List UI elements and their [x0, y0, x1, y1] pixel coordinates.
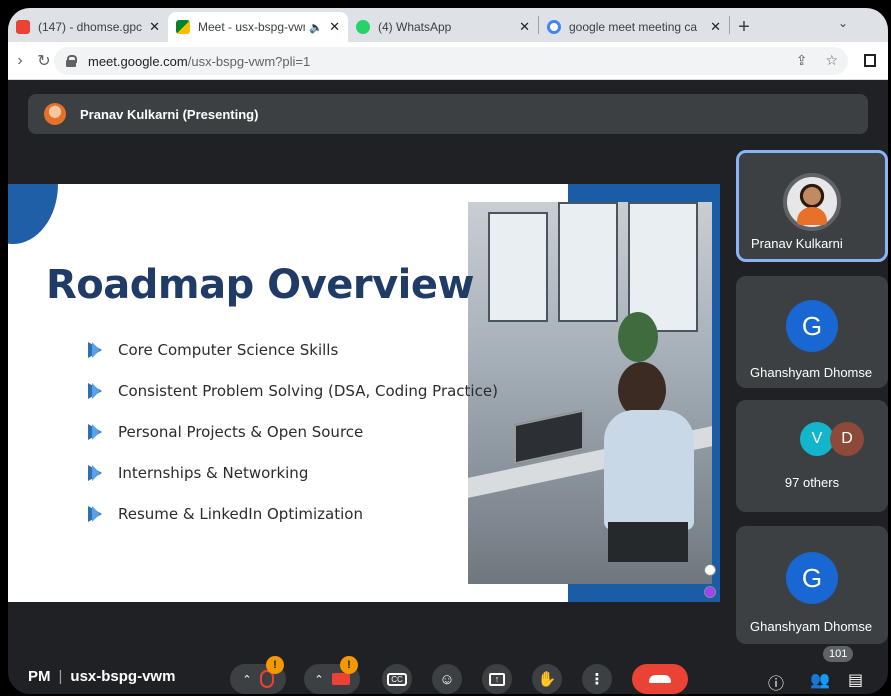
reactions-button[interactable]: ☺ — [432, 664, 462, 694]
participant-tile-others[interactable]: V D 97 others — [736, 400, 888, 512]
reload-icon[interactable]: ↻ — [32, 51, 56, 71]
address-bar: › ↻ meet.google.com/usx-bspg-vwm?pli=1 ⇪… — [8, 42, 888, 80]
url-text: meet.google.com/usx-bspg-vwm?pli=1 — [88, 53, 311, 69]
audio-icon[interactable]: 🔈 — [309, 21, 323, 34]
arrow-bullet-icon — [88, 382, 102, 399]
share-icon[interactable]: ⇪ — [796, 52, 808, 69]
whatsapp-icon — [356, 20, 370, 34]
url-actions: ⇪ ☆ — [796, 52, 838, 69]
presenter-avatar — [44, 103, 66, 125]
new-tab-button[interactable]: + — [730, 12, 758, 42]
participant-tile-ghanshyam-2[interactable]: G Ghanshyam Dhomse — [736, 526, 888, 644]
chevron-down-icon[interactable]: ⌄ — [838, 16, 848, 30]
warning-badge: ! — [266, 656, 284, 674]
captions-badge-icon[interactable] — [704, 564, 716, 576]
participant-name: Ghanshyam Dhomse — [750, 619, 873, 634]
tab-title: (147) - dhomse.gpc — [38, 20, 143, 34]
slide-decoration — [8, 184, 58, 244]
avatar — [783, 173, 841, 231]
slide-bullets: Core Computer Science Skills Consistent … — [88, 329, 498, 534]
close-icon[interactable]: ✕ — [329, 19, 340, 35]
plant — [618, 312, 658, 362]
bullet-item: Resume & LinkedIn Optimization — [88, 493, 498, 534]
arrow-bullet-icon — [88, 423, 102, 440]
chevron-up-icon[interactable]: ⌃ — [242, 673, 251, 686]
captions-button[interactable]: CC — [382, 664, 412, 694]
participant-name: Ghanshyam Dhomse — [750, 365, 873, 380]
slide-title: Roadmap Overview — [46, 262, 474, 308]
meeting-info: PM | usx-bspg-vwm — [28, 668, 176, 685]
tab-whatsapp[interactable]: (4) WhatsApp ✕ — [348, 12, 538, 42]
bullet-item: Consistent Problem Solving (DSA, Coding … — [88, 370, 498, 411]
presentation-slide: Roadmap Overview Core Computer Science S… — [8, 184, 720, 602]
presenter-bar: Pranav Kulkarni (Presenting) — [28, 94, 868, 134]
avatar: G — [786, 300, 838, 352]
hang-up-icon — [649, 675, 671, 683]
participant-name: Pranav Kulkarni — [751, 236, 843, 251]
forward-icon[interactable]: › — [8, 52, 32, 70]
captions-icon: CC — [387, 672, 407, 686]
chevron-up-icon[interactable]: ⌃ — [314, 673, 323, 686]
meet-icon — [176, 20, 190, 34]
lock-icon — [66, 55, 77, 67]
url-input[interactable]: meet.google.com/usx-bspg-vwm?pli=1 ⇪ ☆ — [54, 47, 848, 75]
camera-button[interactable]: ⌃ ! — [304, 656, 360, 694]
raise-hand-button[interactable]: ✋ — [532, 664, 562, 694]
others-count: 97 others — [784, 475, 840, 490]
bookmark-star-icon[interactable]: ☆ — [825, 52, 838, 69]
presenter-label: Pranav Kulkarni (Presenting) — [80, 106, 259, 122]
microphone-button[interactable]: ⌃ ! — [230, 656, 286, 694]
screen-frame: (147) - dhomse.gpc ✕ Meet - usx-bspg-vwm… — [8, 8, 888, 694]
person — [598, 362, 698, 562]
avatar: G — [786, 552, 838, 604]
side-panel-icon[interactable] — [864, 54, 876, 67]
people-icon[interactable]: 👥 — [810, 670, 830, 690]
more-vert-icon: ⋮ — [589, 671, 605, 688]
avatar: V — [800, 422, 834, 456]
more-options-button[interactable]: ⋮ — [582, 664, 612, 694]
bullet-item: Internships & Networking — [88, 452, 498, 493]
people-count-badge: 101 — [823, 646, 854, 662]
bullet-item: Personal Projects & Open Source — [88, 411, 498, 452]
window — [488, 212, 548, 322]
close-icon[interactable]: ✕ — [149, 19, 160, 35]
google-icon — [547, 20, 561, 34]
chat-icon[interactable]: ▤ — [848, 670, 863, 690]
arrow-bullet-icon — [88, 505, 102, 522]
window — [558, 202, 618, 322]
tab-title: google meet meeting ca — [569, 20, 698, 34]
leave-call-button[interactable] — [632, 664, 688, 694]
gmail-icon — [16, 20, 30, 34]
arrow-bullet-icon — [88, 341, 102, 358]
close-icon[interactable]: ✕ — [519, 19, 530, 35]
participant-tile-ghanshyam[interactable]: G Ghanshyam Dhomse — [736, 276, 888, 388]
bullet-item: Core Computer Science Skills — [88, 329, 498, 370]
camera-off-icon — [331, 673, 350, 685]
tab-gmail[interactable]: (147) - dhomse.gpc ✕ — [8, 12, 168, 42]
close-icon[interactable]: ✕ — [710, 19, 721, 35]
present-screen-icon: ↑ — [489, 672, 505, 686]
tab-title: Meet - usx-bspg-vwm — [198, 20, 306, 34]
info-icon[interactable]: ⓘ — [768, 670, 784, 694]
tab-title: (4) WhatsApp — [378, 20, 452, 34]
participant-tile-pranav[interactable]: Pranav Kulkarni — [736, 150, 888, 262]
emoji-icon: ☺ — [439, 670, 455, 688]
meeting-controls: PM | usx-bspg-vwm ⌃ ! ⌃ ! CC ☺ ↑ ✋ ⋮ ⓘ 👥… — [8, 656, 888, 694]
present-button[interactable]: ↑ — [482, 664, 512, 694]
avatar: D — [830, 422, 864, 456]
arrow-bullet-icon — [88, 464, 102, 481]
warning-badge: ! — [340, 656, 358, 674]
browser-tab-bar: (147) - dhomse.gpc ✕ Meet - usx-bspg-vwm… — [8, 8, 888, 42]
tab-google-search[interactable]: google meet meeting ca ✕ — [539, 12, 729, 42]
hand-icon: ✋ — [537, 671, 557, 688]
office-photo — [468, 202, 712, 584]
tab-meet[interactable]: Meet - usx-bspg-vwm 🔈 ✕ — [168, 12, 348, 42]
gemini-icon[interactable] — [704, 586, 716, 598]
